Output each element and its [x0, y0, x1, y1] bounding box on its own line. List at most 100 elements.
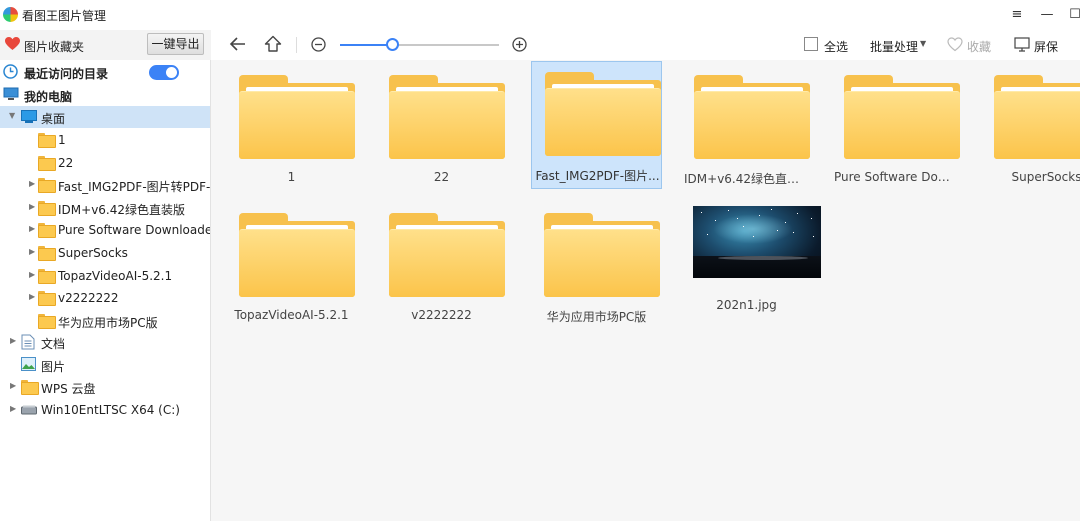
sidebar-recent-label: 最近访问的目录 — [24, 67, 109, 81]
large-folder-icon — [545, 72, 661, 156]
sidebar-desktop-folder[interactable]: 1 — [0, 129, 210, 151]
folder-icon — [38, 133, 56, 148]
monitor-icon[interactable] — [1014, 37, 1030, 52]
folder-icon — [38, 313, 56, 329]
sidebar-item-computer[interactable]: 我的电脑 — [0, 84, 210, 106]
select-all-label[interactable]: 全选 — [824, 38, 848, 55]
back-arrow-icon[interactable] — [229, 36, 247, 52]
folder-tile[interactable]: TopazVideoAI-5.2.1 — [226, 203, 357, 331]
sidebar-folder-label: Pure Software Downloader — [58, 223, 210, 238]
batch-process-button[interactable]: 批量处理 — [870, 38, 918, 55]
large-folder-icon — [239, 213, 355, 297]
sidebar-folder-label: 华为应用市场PC版 — [58, 315, 158, 330]
sidebar-folder-label: 22 — [58, 155, 74, 170]
sidebar-item-recent[interactable]: 最近访问的目录 — [0, 61, 210, 83]
sidebar-wps-label: WPS 云盘 — [41, 382, 96, 396]
sidebar: 最近访问的目录 我的电脑 ▼ 桌面 1 22 ▶ Fast_IMG2PDF-图片转PD… — [0, 60, 211, 521]
folder-icon — [38, 200, 56, 216]
collapsed-arrow-icon[interactable]: ▶ — [10, 336, 16, 345]
maximize-button[interactable]: ☐ — [1062, 2, 1080, 28]
sidebar-computer-label: 我的电脑 — [24, 90, 73, 104]
favorites-link[interactable]: 图片收藏夹 — [24, 38, 84, 55]
sidebar-desktop-folder[interactable]: ▶ SuperSocks — [0, 242, 210, 264]
desktop-icon — [21, 110, 37, 123]
collapsed-arrow-icon[interactable]: ▶ — [29, 224, 35, 233]
tile-label: TopazVideoAI-5.2.1 — [234, 308, 349, 322]
sidebar-desktop-folder[interactable]: ▶ IDM+v6.42绿色直装版 — [0, 197, 210, 219]
heart-icon — [5, 37, 20, 50]
sidebar-folder-label: SuperSocks — [58, 246, 128, 260]
select-all-checkbox[interactable] — [804, 37, 818, 51]
large-folder-icon — [389, 75, 505, 159]
sidebar-item-pictures[interactable]: 图片 — [0, 354, 210, 376]
app-logo-icon — [3, 7, 18, 22]
folder-tile[interactable]: IDM+v6.42绿色直装版 — [681, 65, 812, 193]
sidebar-item-wps[interactable]: ▶ WPS 云盘 — [0, 376, 210, 398]
left-toolbar: 图片收藏夹 一键导出 — [0, 30, 211, 60]
favorite-heart-icon[interactable] — [947, 37, 963, 52]
folder-icon — [38, 223, 56, 239]
tile-label: v2222222 — [411, 308, 472, 322]
clock-icon — [3, 64, 18, 79]
collapsed-arrow-icon[interactable]: ▶ — [29, 202, 35, 211]
collapsed-arrow-icon[interactable]: ▶ — [10, 381, 16, 390]
favorite-button[interactable]: 收藏 — [967, 38, 991, 55]
folder-icon — [38, 155, 56, 171]
collapsed-arrow-icon[interactable]: ▶ — [10, 404, 16, 413]
zoom-slider-fill — [340, 44, 393, 46]
sidebar-drive-label: Win10EntLTSC X64 (C:) — [41, 403, 180, 417]
export-button[interactable]: 一键导出 — [147, 33, 204, 55]
large-folder-icon — [694, 75, 810, 159]
sidebar-item-desktop[interactable]: ▼ 桌面 — [0, 106, 210, 128]
tile-label: Pure Software Down... — [834, 170, 962, 184]
tile-label: 1 — [287, 170, 296, 184]
main-toolbar: 全选 批量处理 ▼ 收藏 屏保 — [211, 30, 1080, 60]
tile-label: 22 — [433, 170, 450, 184]
zoom-out-icon[interactable] — [311, 37, 326, 52]
app-title: 看图王图片管理 — [22, 9, 107, 23]
zoom-in-icon[interactable] — [512, 37, 527, 52]
sidebar-desktop-folder[interactable]: ▶ TopazVideoAI-5.2.1 — [0, 265, 210, 287]
tile-label: IDM+v6.42绿色直装版 — [684, 172, 812, 186]
folder-tile[interactable]: 1 — [226, 65, 357, 193]
tile-label: 华为应用市场PC版 — [546, 310, 647, 324]
collapsed-arrow-icon[interactable]: ▶ — [29, 270, 35, 279]
expanded-arrow-icon[interactable]: ▼ — [9, 111, 15, 120]
collapsed-arrow-icon[interactable]: ▶ — [29, 292, 35, 301]
chevron-down-icon[interactable]: ▼ — [920, 39, 926, 48]
sidebar-desktop-label: 桌面 — [41, 112, 66, 126]
up-arrow-icon[interactable] — [264, 35, 282, 53]
folder-tile[interactable]: 22 — [376, 65, 507, 193]
sidebar-desktop-folder[interactable]: 22 — [0, 152, 210, 174]
menu-button[interactable]: ≡ — [1004, 2, 1030, 28]
collapsed-arrow-icon[interactable]: ▶ — [29, 179, 35, 188]
sidebar-desktop-folder[interactable]: ▶ Pure Software Downloader — [0, 219, 210, 241]
tile-label: 202n1.jpg — [716, 298, 777, 312]
sidebar-item-drive[interactable]: ▶ Win10EntLTSC X64 (C:) — [0, 399, 210, 421]
image-tile[interactable]: 202n1.jpg — [681, 203, 821, 331]
sidebar-desktop-folder[interactable]: ▶ Fast_IMG2PDF-图片转PDF-5 — [0, 174, 210, 196]
folder-tile[interactable]: v2222222 — [376, 203, 507, 331]
folder-tile[interactable]: 华为应用市场PC版 — [531, 203, 662, 331]
folder-tile[interactable]: SuperSocks — [981, 65, 1080, 193]
folder-tile[interactable]: Pure Software Down... — [831, 65, 962, 193]
screensaver-button[interactable]: 屏保 — [1034, 38, 1058, 55]
zoom-slider[interactable] — [340, 44, 499, 46]
computer-icon — [3, 87, 19, 100]
recent-toggle[interactable] — [149, 65, 179, 80]
zoom-slider-thumb[interactable] — [386, 38, 400, 51]
document-icon — [21, 334, 35, 350]
file-grid: 1 22 Fast_IMG2PDF-图片... IDM+v6.42绿色直装版 Pure … — [211, 60, 1080, 521]
folder-tile[interactable]: Fast_IMG2PDF-图片... — [531, 61, 662, 189]
large-folder-icon — [844, 75, 960, 159]
drive-icon — [21, 405, 37, 415]
collapsed-arrow-icon[interactable]: ▶ — [29, 247, 35, 256]
sidebar-item-documents[interactable]: ▶ 文档 — [0, 331, 210, 353]
minimize-button[interactable]: — — [1034, 2, 1060, 28]
folder-icon — [38, 246, 56, 261]
sidebar-folder-label: v2222222 — [58, 291, 119, 306]
sidebar-desktop-folder[interactable]: ▶ v2222222 — [0, 287, 210, 309]
sidebar-folder-label: IDM+v6.42绿色直装版 — [58, 202, 186, 217]
folder-icon — [21, 380, 39, 395]
sidebar-desktop-folder[interactable]: 华为应用市场PC版 — [0, 310, 210, 332]
